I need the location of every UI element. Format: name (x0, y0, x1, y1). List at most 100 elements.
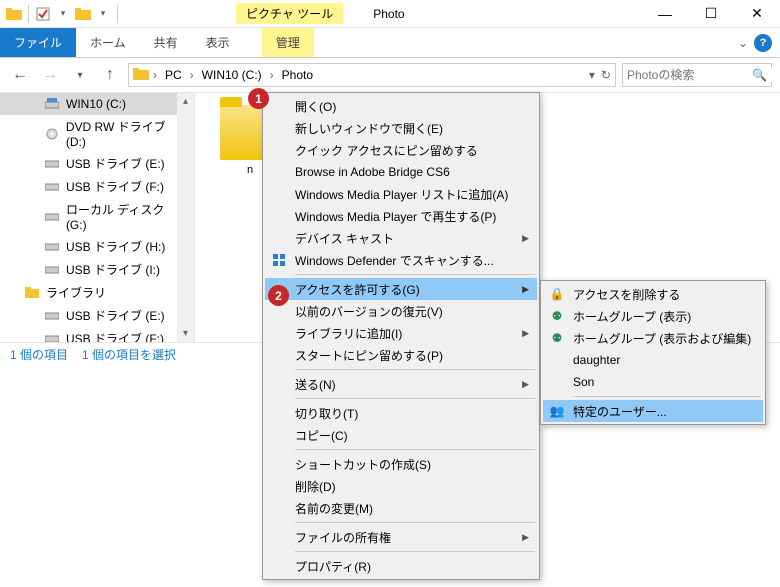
lock-icon: 🔒 (549, 286, 565, 302)
tab-view[interactable]: 表示 (192, 28, 244, 57)
breadcrumb-bar[interactable]: › PC › WIN10 (C:) › Photo ▾ ↻ (128, 63, 616, 87)
tree-item-label: USB ドライブ (F:) (66, 330, 164, 342)
sub-homegroup-view-label: ホームグループ (表示) (573, 308, 691, 325)
separator (295, 398, 535, 399)
ctx-pin-quick-access[interactable]: クイック アクセスにピン留めする (265, 139, 537, 161)
sub-specific-user-label: 特定のユーザー... (573, 403, 667, 420)
tree-item-label: USB ドライブ (I:) (66, 261, 160, 278)
forward-button[interactable]: → (38, 63, 62, 87)
ribbon: ファイル ホーム 共有 表示 管理 ⌄ ? (0, 28, 780, 58)
tree-item[interactable]: USB ドライブ (E:) (0, 152, 194, 175)
ctx-send-to[interactable]: 送る(N) (265, 373, 537, 395)
tree-item[interactable]: USB ドライブ (E:) (0, 304, 194, 327)
help-icon[interactable]: ? (754, 34, 772, 52)
sub-remove-access-label: アクセスを削除する (573, 286, 680, 303)
usb-icon (44, 179, 60, 195)
context-menu: 開く(O) 新しいウィンドウで開く(E) クイック アクセスにピン留めする Br… (262, 92, 540, 580)
tree-item[interactable]: ローカル ディスク (G:) (0, 198, 194, 235)
sub-homegroup-edit-label: ホームグループ (表示および編集) (573, 330, 751, 347)
tab-home[interactable]: ホーム (76, 28, 140, 57)
close-button[interactable]: ✕ (734, 0, 780, 28)
sub-son[interactable]: Son (543, 371, 763, 393)
quick-access-toolbar: ▾ ▾ (0, 5, 126, 23)
ctx-cut[interactable]: 切り取り(T) (265, 402, 537, 424)
ctx-properties[interactable]: プロパティ(R) (265, 555, 537, 577)
folder-icon (133, 67, 149, 84)
tree-item[interactable]: DVD RW ドライブ (D:) (0, 115, 194, 152)
dropdown-icon[interactable]: ▾ (589, 68, 595, 82)
scroll-up-icon[interactable]: ▴ (177, 93, 194, 110)
tree-item-label: WIN10 (C:) (66, 97, 126, 111)
tree-item-label: USB ドライブ (F:) (66, 178, 164, 195)
folder-icon (6, 6, 22, 22)
separator (117, 5, 118, 23)
tree-item[interactable]: USB ドライブ (I:) (0, 258, 194, 281)
sub-homegroup-edit[interactable]: ⚉ ホームグループ (表示および編集) (543, 327, 763, 349)
ctx-device-cast[interactable]: デバイス キャスト (265, 227, 537, 249)
maximize-button[interactable]: ☐ (688, 0, 734, 28)
chevron-right-icon[interactable]: › (190, 68, 194, 82)
tree-item[interactable]: USB ドライブ (F:) (0, 327, 194, 342)
recent-dropdown[interactable]: ▾ (68, 63, 92, 87)
usb-icon (44, 239, 60, 255)
up-button[interactable]: ↑ (98, 63, 122, 87)
ctx-defender-scan[interactable]: Windows Defender でスキャンする... (265, 249, 537, 271)
sub-daughter[interactable]: daughter (543, 349, 763, 371)
tab-share[interactable]: 共有 (140, 28, 192, 57)
minimize-button[interactable]: — (642, 0, 688, 28)
tab-file[interactable]: ファイル (0, 28, 76, 57)
ctx-create-shortcut[interactable]: ショートカットの作成(S) (265, 453, 537, 475)
tree-item-label: DVD RW ドライブ (D:) (66, 118, 188, 149)
back-button[interactable]: ← (8, 63, 32, 87)
sub-homegroup-view[interactable]: ⚉ ホームグループ (表示) (543, 305, 763, 327)
callout-badge-2: 2 (268, 285, 289, 306)
ctx-copy[interactable]: コピー(C) (265, 424, 537, 446)
ctx-file-ownership[interactable]: ファイルの所有権 (265, 526, 537, 548)
usb-icon (44, 331, 60, 343)
ctx-wmp-play[interactable]: Windows Media Player で再生する(P) (265, 205, 537, 227)
usb-icon (44, 209, 60, 225)
search-icon: 🔍 (752, 68, 767, 82)
scroll-down-icon[interactable]: ▾ (177, 325, 194, 342)
ctx-delete[interactable]: 削除(D) (265, 475, 537, 497)
titlebar: ▾ ▾ ピクチャ ツール Photo — ☐ ✕ (0, 0, 780, 28)
breadcrumb-folder[interactable]: Photo (278, 68, 317, 82)
refresh-icon[interactable]: ↻ (601, 68, 611, 82)
breadcrumb-drive[interactable]: WIN10 (C:) (198, 68, 266, 82)
chevron-down-icon[interactable]: ▾ (95, 6, 111, 22)
ctx-rename[interactable]: 名前の変更(M) (265, 497, 537, 519)
tree-item-label: USB ドライブ (E:) (66, 155, 165, 172)
tree-item[interactable]: WIN10 (C:) (0, 93, 194, 115)
ctx-open-new-window[interactable]: 新しいウィンドウで開く(E) (265, 117, 537, 139)
sub-remove-access[interactable]: 🔒 アクセスを削除する (543, 283, 763, 305)
tree-item[interactable]: USB ドライブ (F:) (0, 175, 194, 198)
usb-icon (44, 308, 60, 324)
tree-item-label: ライブラリ (46, 284, 106, 301)
chevron-down-icon[interactable]: ▾ (55, 6, 71, 22)
separator (573, 396, 761, 397)
ctx-restore-previous[interactable]: 以前のバージョンの復元(V) (265, 300, 537, 322)
checkbox-icon[interactable] (35, 6, 51, 22)
search-box[interactable]: 🔍 (622, 63, 772, 87)
ctx-wmp-add[interactable]: Windows Media Player リストに追加(A) (265, 183, 537, 205)
context-submenu-access: 🔒 アクセスを削除する ⚉ ホームグループ (表示) ⚉ ホームグループ (表示… (540, 280, 766, 425)
defender-icon (271, 252, 287, 268)
window-title: Photo (373, 7, 404, 21)
ctx-pin-start[interactable]: スタートにピン留めする(P) (265, 344, 537, 366)
chevron-down-icon[interactable]: ⌄ (738, 36, 748, 50)
ctx-add-library[interactable]: ライブラリに追加(I) (265, 322, 537, 344)
tree-item[interactable]: ライブラリ (0, 281, 194, 304)
chevron-right-icon[interactable]: › (270, 68, 274, 82)
separator (295, 369, 535, 370)
ctx-browse-bridge[interactable]: Browse in Adobe Bridge CS6 (265, 161, 537, 183)
tree-item[interactable]: USB ドライブ (H:) (0, 235, 194, 258)
ctx-defender-label: Windows Defender でスキャンする... (295, 252, 494, 269)
tab-manage[interactable]: 管理 (262, 28, 314, 57)
sub-specific-user[interactable]: 👥 特定のユーザー... (543, 400, 763, 422)
ctx-grant-access[interactable]: アクセスを許可する(G) (265, 278, 537, 300)
ctx-open[interactable]: 開く(O) (265, 95, 537, 117)
chevron-right-icon[interactable]: › (153, 68, 157, 82)
scrollbar[interactable]: ▴ ▾ (177, 93, 194, 342)
window-controls: — ☐ ✕ (642, 0, 780, 28)
breadcrumb-pc[interactable]: PC (161, 68, 186, 82)
